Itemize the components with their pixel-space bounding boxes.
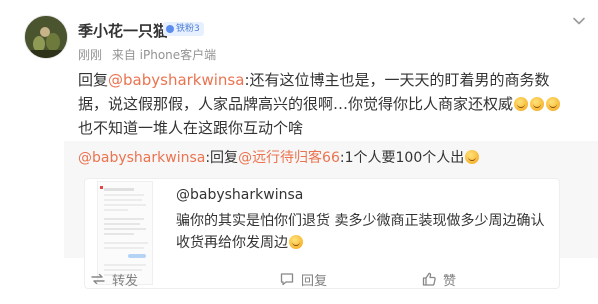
quoted-post-body: 骗你的其实是怕你们退货 卖多少微商正装现做多少周边确认收货再给你发周边 [176,213,545,251]
like-label: 赞 [443,273,457,289]
weibo-comment-card: 季小花一只猫 铁粉3 刚刚 来自 iPhone客户端 回复@babysharkw… [0,0,598,304]
quoted-author-link[interactable]: @babysharkwinsa [78,150,205,166]
quoted-reply-prefix: :回复 [205,150,239,166]
repost-label: 转发 [112,273,139,289]
emoji-icon [546,97,561,111]
quoted-body: :1个人要100个人出 [339,150,465,166]
fan-badge[interactable]: 铁粉3 [163,22,204,36]
comment-tail: 也不知道一堆人在这跟你互动个啥 [78,119,304,137]
emoji-icon [465,150,480,164]
avatar[interactable] [24,15,68,59]
quoted-reply[interactable]: @babysharkwinsa:回复@远行待归客66:1个人要100个人出 @b… [64,141,598,289]
post-meta: 刚刚 来自 iPhone客户端 [78,46,222,63]
repost-icon [91,273,105,285]
like-button[interactable]: 赞 [421,268,456,290]
quoted-mention-link[interactable]: @远行待归客66 [238,150,340,166]
quoted-reply-text: @babysharkwinsa:回复@远行待归客66:1个人要100个人出 [78,147,480,169]
chevron-down-icon[interactable] [572,14,586,28]
emoji-icon [514,97,529,111]
thumbs-up-icon [422,272,436,286]
reply-prefix: 回复 [78,71,109,89]
repost-button[interactable]: 转发 [90,268,138,290]
quoted-post-username[interactable]: @babysharkwinsa [176,187,303,203]
fan-badge-icon [166,25,174,33]
comment-content: 回复@babysharkwinsa:还有这位博主也是，一天天的盯着男的商务数据，… [78,68,564,140]
reply-label: 回复 [301,273,328,289]
mention-link[interactable]: @babysharkwinsa [108,71,244,89]
emoji-icon [289,235,303,249]
comment-icon [280,273,294,286]
fan-badge-label: 铁粉3 [176,24,200,34]
post-time: 刚刚 [78,48,103,62]
post-source: 来自 iPhone客户端 [111,48,217,62]
reply-button[interactable]: 回复 [279,268,327,290]
action-bar: 转发 回复 赞 [0,264,598,294]
quoted-post-text: 骗你的其实是怕你们退货 卖多少微商正装现做多少周边确认收货再给你发周边 [176,210,548,254]
username[interactable]: 季小花一只猫 [78,20,168,41]
emoji-icon [530,97,545,111]
